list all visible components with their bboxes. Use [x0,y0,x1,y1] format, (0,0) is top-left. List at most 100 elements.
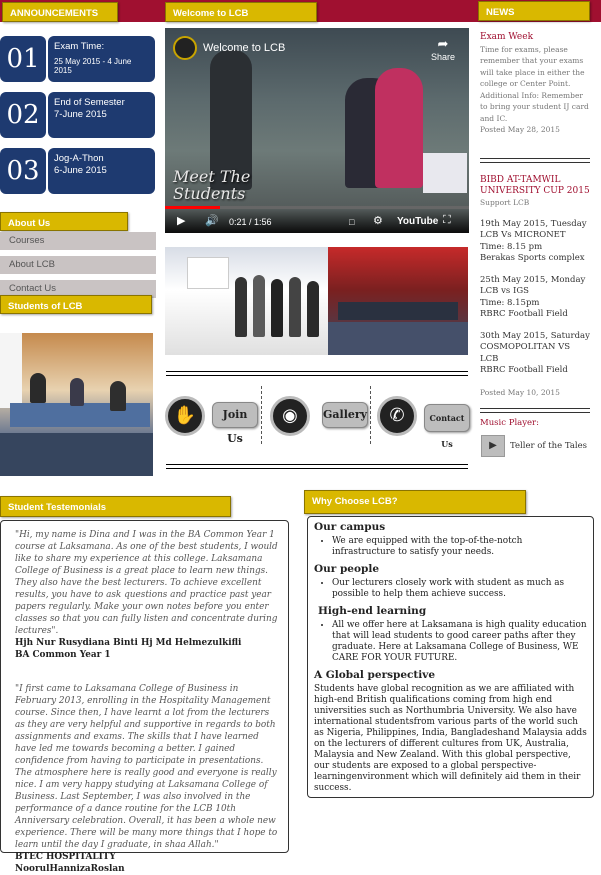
news-title[interactable]: BIBD AT-TAMWIL UNIVERSITY CUP 2015 [480,175,590,197]
photo-floor [328,322,468,355]
video-banner [423,153,467,193]
music-player-label: Music Player: [480,418,539,428]
news-event-line: 30th May 2015, Saturday [480,330,590,341]
news-event-line: Time: 8.15pm [480,297,540,308]
announcement-title: Jog-A-Thon [54,153,104,164]
news-event-line: RBRC Football Field [480,365,568,375]
announcement-box: Exam Time: 25 May 2015 - 4 June 2015 [48,36,155,82]
volume-icon[interactable]: 🔊 [205,214,219,227]
divider [370,386,371,444]
photo-person [70,378,84,406]
video-overlay-text: Meet The Students [173,167,251,203]
photo-desk [338,302,458,320]
announcement-item[interactable]: 03 Jog-A-Thon 6-June 2015 [0,148,156,194]
divider [480,408,590,409]
announcements-header: ANNOUNCEMENTS [2,2,118,22]
news-event-line: LCB Vs MICRONET [480,230,566,240]
announcement-date: 7-June 2015 [54,109,107,120]
divider [480,158,590,159]
captions-icon[interactable]: □ [349,217,354,227]
news-event-line: COSMOPOLITAN VS LCB [480,342,571,364]
why-campus-list: We are equipped with the top-of-the-notc… [314,536,587,558]
channel-logo-icon[interactable] [173,36,197,60]
why-learning-heading: High-end learning [318,605,427,617]
menu-item-courses[interactable]: Courses [0,232,156,250]
why-global-heading: A Global perspective [314,669,436,681]
youtube-logo[interactable]: YouTube [397,216,438,227]
why-learning-list: All we offer here at Laksamana is high q… [314,620,587,664]
why-global-text: Students have global recognition as we a… [314,684,587,793]
news-event-line: 19th May 2015, Tuesday [480,218,587,229]
music-track-title: Teller of the Tales [510,441,588,451]
news-event-line: RBRC Football Field [480,309,568,319]
contact-us-button[interactable]: Contact Us [424,404,470,449]
news-event-line: LCB vs IGS [480,286,529,296]
news-posted: Posted May 10, 2015 [480,387,560,397]
play-icon[interactable]: ▶ [177,214,185,227]
photo-person [271,279,283,337]
handshake-icon[interactable]: ✋ [165,396,205,436]
video-player[interactable]: Welcome to LCB ➦ Share Meet The Students… [165,28,469,233]
divider [166,371,468,372]
divider [480,162,590,163]
why-header: Why Choose LCB? [304,490,526,514]
divider [166,464,468,465]
gallery-button[interactable]: Gallery [322,402,368,428]
share-icon: ➦ [437,36,449,51]
photo-person [30,373,46,403]
why-campus-heading: Our campus [314,521,386,533]
news-feed: BIBD AT-TAMWIL UNIVERSITY CUP 2015 Suppo… [480,175,590,398]
fullscreen-icon[interactable]: ⛶ [443,214,451,227]
photo-desk [10,403,150,427]
announcement-number: 02 [0,92,46,138]
about-header: About Us [0,212,128,231]
photo-logo-board [187,257,229,289]
divider [166,375,468,376]
news-title[interactable]: Exam Week [480,32,590,44]
divider [166,468,468,469]
photo-person [110,381,126,411]
testimonials-header: Student Testemonials [0,496,231,517]
settings-gear-icon[interactable]: ⚙ [373,214,383,227]
why-people-list: Our lecturers closely work with student … [314,578,587,600]
photo-person [289,277,301,337]
photo-person [307,281,319,337]
students-photo [0,333,153,476]
share-button[interactable]: ➦ Share [431,36,455,62]
why-learning-text: All we offer here at Laksamana is high q… [332,620,587,664]
why-campus-text: We are equipped with the top-of-the-notc… [332,536,587,558]
testimonials-panel: "Hi, my name is Dina and I was in the BA… [0,520,289,874]
announcement-box: Jog-A-Thon 6-June 2015 [48,148,155,194]
testimonial-quote: "I first came to Laksamana College of Bu… [15,684,278,850]
music-play-button[interactable]: ▶ [481,435,505,457]
divider [480,412,590,413]
phone-icon[interactable]: ✆ [377,396,417,436]
photo-person [253,275,265,337]
video-person [375,68,423,188]
announcement-title: Exam Time: [54,41,105,52]
news-extra: Additional Info: Remember to bring your … [480,90,589,123]
news-event-line: 25th May 2015, Monday [480,274,586,285]
photo-banner [0,333,22,408]
news-event-line: Berakas Sports complex [480,253,585,263]
why-people-text: Our lecturers closely work with student … [332,578,587,600]
testimonial-name: Hjh Nur Rusydiana Binti Hj Md Helmezulki… [15,638,242,648]
news-event-line: Time: 8.15 pm [480,241,543,252]
video-time: 0:21 / 1:56 [229,217,272,227]
news-feed: Exam Week Time for exams, please remembe… [480,32,590,136]
announcement-number: 03 [0,148,46,194]
video-title[interactable]: Welcome to LCB [203,42,285,54]
announcement-item[interactable]: 02 End of Semester 7-June 2015 [0,92,156,138]
announcement-title: End of Semester [54,97,125,108]
camera-icon[interactable]: ◉ [270,396,310,436]
menu-item-about-lcb[interactable]: About LCB [0,256,156,274]
announcement-date: 25 May 2015 - 4 June 2015 [54,57,132,75]
welcome-header: Welcome to LCB [165,2,317,22]
students-header: Students of LCB [0,295,152,314]
news-body: Time for exams, please remember that you… [480,44,585,89]
announcement-item[interactable]: 01 Exam Time: 25 May 2015 - 4 June 2015 [0,36,156,82]
news-posted: Posted May 28, 2015 [480,125,560,134]
news-subtitle: Support LCB [480,198,530,207]
join-us-button[interactable]: Join Us [212,402,258,445]
photo-floor [0,433,153,476]
